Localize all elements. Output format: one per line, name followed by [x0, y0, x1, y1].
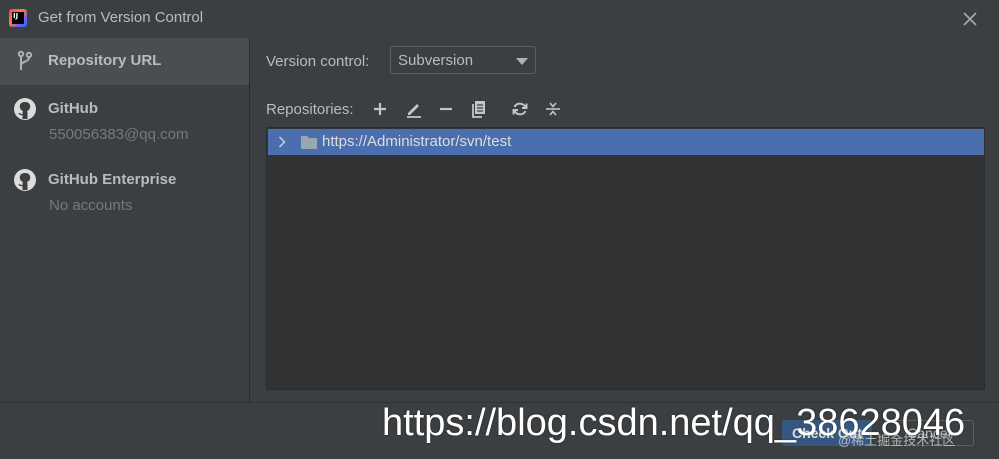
chevron-right-icon[interactable]	[278, 136, 286, 148]
remove-icon	[440, 107, 452, 111]
add-icon	[374, 103, 386, 115]
sidebar-item-label: GitHub	[48, 100, 98, 117]
sidebar-item-label: Repository URL	[48, 52, 162, 69]
copy-repository-button[interactable]	[468, 98, 490, 120]
version-control-label: Version control:	[266, 53, 370, 70]
dialog-title: Get from Version Control	[38, 9, 204, 26]
folder-icon	[301, 136, 317, 149]
remove-repository-button[interactable]	[435, 98, 457, 120]
repository-tree[interactable]: https://Administrator/svn/test	[266, 127, 985, 390]
title-bar: IJ Get from Version Control	[0, 0, 999, 38]
sidebar-item-label: GitHub Enterprise	[48, 171, 177, 188]
github-icon	[14, 98, 36, 120]
github-account: 550056383@qq.com	[49, 126, 189, 143]
repositories-label: Repositories:	[266, 101, 354, 118]
github-enterprise-account: No accounts	[49, 197, 133, 214]
sidebar-item-github[interactable]: GitHub 550056383@qq.com	[0, 86, 249, 152]
refresh-button[interactable]	[509, 98, 531, 120]
app-icon-text: IJ	[12, 12, 24, 24]
edit-repository-button[interactable]	[403, 98, 425, 120]
sidebar-item-github-enterprise[interactable]: GitHub Enterprise No accounts	[0, 158, 249, 224]
repository-url: https://Administrator/svn/test	[322, 133, 512, 150]
tree-row[interactable]: https://Administrator/svn/test	[268, 129, 984, 155]
refresh-icon	[512, 102, 528, 116]
close-icon	[963, 12, 977, 26]
collapse-all-button[interactable]	[542, 98, 564, 120]
checkout-button[interactable]: Check Out	[782, 420, 872, 446]
main-panel: Version control: Subversion Repositories…	[250, 38, 999, 402]
collapse-all-icon	[546, 102, 560, 116]
sidebar-item-repository-url[interactable]: Repository URL	[0, 38, 249, 85]
sidebar: Repository URL GitHub 550056383@qq.com G…	[0, 38, 250, 402]
version-control-select[interactable]: Subversion	[390, 46, 536, 74]
close-button[interactable]	[958, 8, 982, 30]
copy-icon	[472, 101, 485, 118]
button-bar: Check Out Cancel	[0, 402, 999, 459]
github-icon	[14, 169, 36, 191]
cancel-button[interactable]: Cancel	[884, 420, 974, 446]
intellij-logo-icon: IJ	[9, 9, 27, 27]
version-control-value: Subversion	[398, 52, 474, 69]
add-repository-button[interactable]	[369, 98, 391, 120]
chevron-down-icon	[516, 58, 528, 65]
vcs-branch-icon	[17, 50, 33, 70]
edit-icon	[407, 104, 421, 118]
